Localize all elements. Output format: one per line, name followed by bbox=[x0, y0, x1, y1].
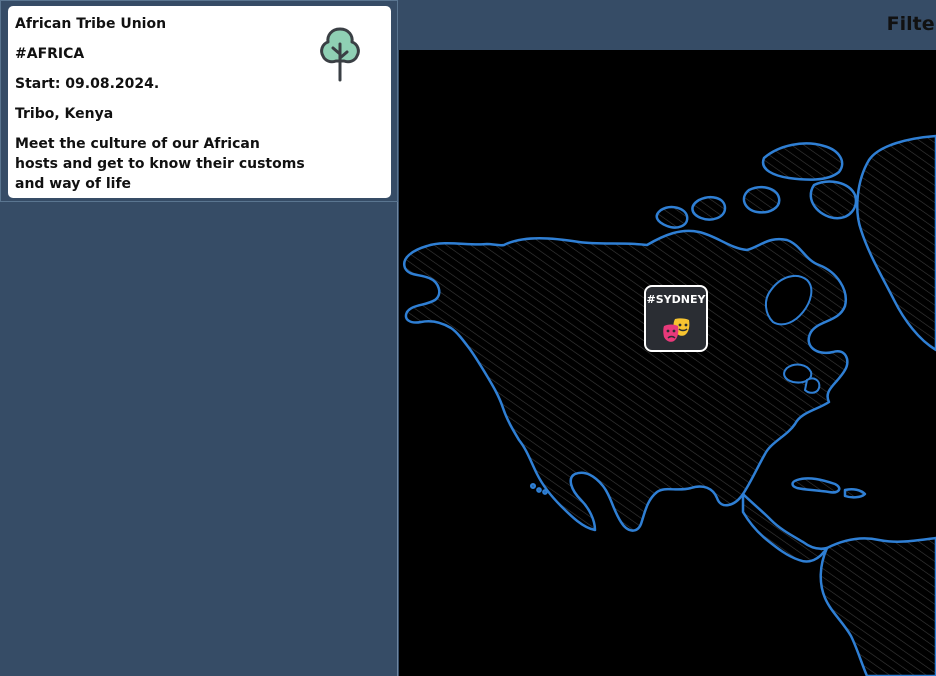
event-start-date: Start: 09.08.2024. bbox=[15, 76, 160, 92]
map-canvas bbox=[402, 134, 936, 676]
event-description: Meet the culture of our African hosts an… bbox=[15, 136, 305, 192]
arctic-island-shape bbox=[761, 142, 844, 181]
event-card[interactable]: African Tribe Union #AFRICA Start: 09.08… bbox=[8, 6, 391, 198]
tree-icon bbox=[320, 27, 360, 82]
great-lake-shape bbox=[803, 377, 821, 394]
north-america-shape bbox=[402, 229, 849, 532]
event-marker[interactable]: #SYDNEY bbox=[644, 285, 708, 352]
arctic-island-shape bbox=[691, 196, 727, 221]
event-list-item[interactable]: African Tribe Union #AFRICA Start: 09.08… bbox=[0, 0, 398, 202]
arctic-island-shape bbox=[655, 205, 689, 229]
hawaii-island-shape bbox=[536, 487, 542, 493]
greenland-shape bbox=[856, 134, 936, 352]
filter-button[interactable]: Filter bbox=[887, 13, 936, 35]
event-location: Tribo, Kenya bbox=[15, 106, 114, 122]
event-hashtag: #AFRICA bbox=[15, 46, 85, 62]
theater-masks-icon bbox=[663, 318, 690, 342]
caribbean-island-shape bbox=[843, 487, 867, 499]
caribbean-island-shape bbox=[791, 477, 841, 494]
top-bar: Filter bbox=[399, 0, 936, 50]
world-map[interactable]: #SYDNEY bbox=[399, 50, 936, 676]
arctic-island-shape bbox=[809, 180, 858, 220]
hawaii-island-shape bbox=[529, 482, 537, 490]
sidebar: African Tribe Union #AFRICA Start: 09.08… bbox=[0, 0, 398, 676]
central-america-shape bbox=[741, 492, 829, 563]
marker-tag: #SYDNEY bbox=[646, 293, 706, 306]
arctic-island-shape bbox=[742, 186, 781, 214]
event-title: African Tribe Union bbox=[15, 16, 167, 32]
hawaii-island-shape bbox=[542, 489, 548, 495]
south-america-shape bbox=[819, 536, 936, 676]
